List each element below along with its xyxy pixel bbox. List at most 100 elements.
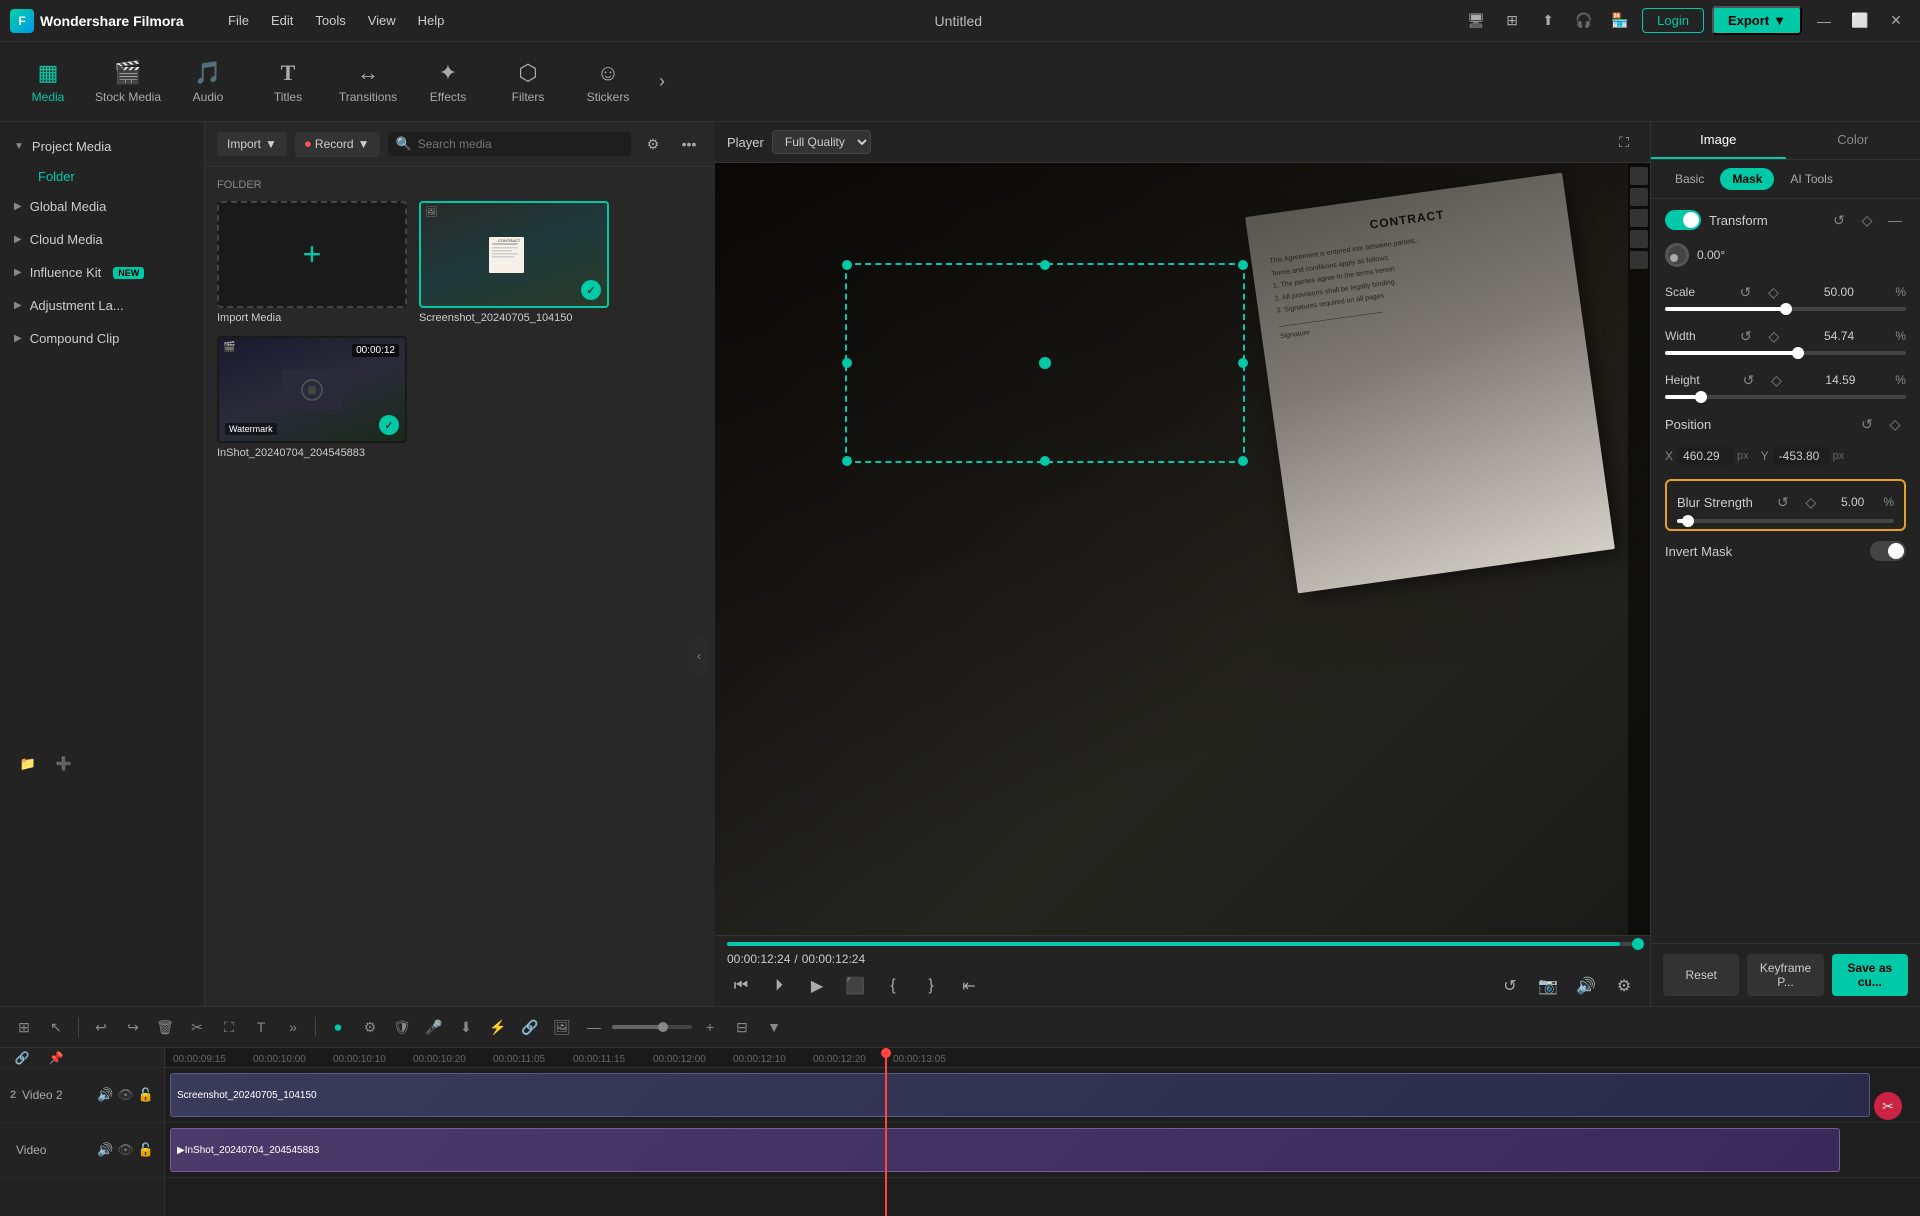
volume-button[interactable]: 🔊	[1572, 972, 1600, 1000]
blur-reset-icon[interactable]: ↺	[1772, 491, 1794, 513]
width-slider-thumb[interactable]	[1792, 347, 1804, 359]
track2-eye-icon[interactable]: 👁	[117, 1087, 134, 1103]
mark-out-button[interactable]: }	[917, 972, 945, 1000]
settings-ctrl-button[interactable]: ⚙	[1610, 972, 1638, 1000]
transform-reset-icon[interactable]: ↺	[1828, 209, 1850, 231]
mark-in-button[interactable]: {	[879, 972, 907, 1000]
clip-inshot[interactable]: ▶ InShot_20240704_204545883	[170, 1128, 1840, 1172]
invert-mask-toggle[interactable]	[1870, 541, 1906, 561]
height-slider-track[interactable]	[1665, 395, 1906, 399]
scale-slider-thumb[interactable]	[1780, 303, 1792, 315]
maximize-icon[interactable]: ⬜	[1846, 7, 1874, 35]
sidebar-item-global-media[interactable]: ▶ Global Media	[0, 190, 204, 223]
handle-ml[interactable]	[842, 358, 852, 368]
play-button[interactable]: ▶	[803, 972, 831, 1000]
strip-btn-2[interactable]	[1630, 188, 1648, 206]
tab-color[interactable]: Color	[1786, 122, 1920, 159]
split-btn[interactable]: ⚡	[484, 1013, 512, 1041]
layout-more-btn[interactable]: ▼	[760, 1013, 788, 1041]
handle-br[interactable]	[1238, 456, 1248, 466]
scale-diamond-icon[interactable]: ◇	[1762, 281, 1784, 303]
sidebar-item-project-media[interactable]: ▼ Project Media	[0, 130, 204, 163]
import-button[interactable]: Import ▼	[217, 132, 287, 156]
handle-mb[interactable]	[1040, 456, 1050, 466]
blur-slider-track[interactable]	[1677, 519, 1894, 523]
monitor-icon[interactable]: 🖥	[1462, 7, 1490, 35]
grid-view-btn[interactable]: ⊞	[10, 1013, 38, 1041]
inshot-media-item[interactable]: 00:00:12 Watermark ✓ 🎬 InShot_20240704_2…	[217, 336, 407, 459]
import-tl-btn[interactable]: ⬇	[452, 1013, 480, 1041]
headphone-icon[interactable]: 🎧	[1570, 7, 1598, 35]
screenshot-button[interactable]: 📷	[1534, 972, 1562, 1000]
img-btn[interactable]: 🖼	[548, 1013, 576, 1041]
strip-btn-4[interactable]	[1630, 230, 1648, 248]
tab-transitions[interactable]: ↔ Transitions	[328, 47, 408, 117]
transform-diamond-icon[interactable]: ◇	[1856, 209, 1878, 231]
crop-btn[interactable]: ⛶	[215, 1013, 243, 1041]
fullscreen-icon[interactable]: ⛶	[1610, 128, 1638, 156]
subtab-mask[interactable]: Mask	[1720, 168, 1774, 190]
blur-slider-thumb[interactable]	[1682, 515, 1694, 527]
handle-tl[interactable]	[842, 260, 852, 270]
search-input[interactable]	[418, 137, 623, 151]
clip-screenshot[interactable]: Screenshot_20240705_104150	[170, 1073, 1870, 1117]
height-reset-icon[interactable]: ↺	[1738, 369, 1760, 391]
width-slider-track[interactable]	[1665, 351, 1906, 355]
login-button[interactable]: Login	[1642, 8, 1704, 33]
add-marker-button[interactable]: ⇤	[955, 972, 983, 1000]
scale-slider-track[interactable]	[1665, 307, 1906, 311]
screenshot-media-item[interactable]: CONTRACT ✓ 🖼 Screenshot_20240705_104150	[419, 201, 609, 324]
minimize-icon[interactable]: —	[1810, 7, 1838, 35]
position-reset-icon[interactable]: ↺	[1856, 413, 1878, 435]
undo-btn[interactable]: ↩	[87, 1013, 115, 1041]
rotation-circle[interactable]	[1665, 243, 1689, 267]
prev-frame-button[interactable]: ⏵	[765, 972, 793, 1000]
plus-zoom-btn[interactable]: +	[696, 1013, 724, 1041]
width-diamond-icon[interactable]: ◇	[1763, 325, 1785, 347]
sidebar-item-adjustment[interactable]: ▶ Adjustment La...	[0, 289, 204, 322]
select-tool-btn[interactable]: ↖	[42, 1013, 70, 1041]
track2-speaker-icon[interactable]: 🔊	[97, 1087, 113, 1103]
transform-collapse-icon[interactable]: —	[1884, 209, 1906, 231]
menu-view[interactable]: View	[358, 9, 406, 32]
merge-btn[interactable]: 🔗	[516, 1013, 544, 1041]
loop-button[interactable]: ↺	[1496, 972, 1524, 1000]
redo-btn[interactable]: ↪	[119, 1013, 147, 1041]
more-options-icon[interactable]: •••	[675, 130, 703, 158]
more-tools-btn[interactable]: »	[279, 1013, 307, 1041]
main-lock-icon[interactable]: 🔓	[138, 1142, 154, 1158]
delete-btn[interactable]: 🗑	[151, 1013, 179, 1041]
menu-help[interactable]: Help	[408, 9, 455, 32]
handle-mr[interactable]	[1238, 358, 1248, 368]
strip-btn-1[interactable]	[1630, 167, 1648, 185]
record-button[interactable]: ⏺ Record ▼	[295, 132, 380, 157]
import-media-item[interactable]: + Import Media	[217, 201, 407, 324]
sidebar-item-compound-clip[interactable]: ▶ Compound Clip	[0, 322, 204, 355]
tab-image[interactable]: Image	[1651, 122, 1786, 159]
handle-tr[interactable]	[1238, 260, 1248, 270]
scissors-icon[interactable]: ✂	[1874, 1092, 1902, 1120]
tab-filters[interactable]: ⬡ Filters	[488, 47, 568, 117]
strip-btn-3[interactable]	[1630, 209, 1648, 227]
height-diamond-icon[interactable]: ◇	[1766, 369, 1788, 391]
subtab-basic[interactable]: Basic	[1663, 168, 1716, 190]
menu-tools[interactable]: Tools	[305, 9, 355, 32]
add-icon[interactable]: ➕	[50, 750, 78, 778]
shield-btn[interactable]: 🛡	[388, 1013, 416, 1041]
position-diamond-icon[interactable]: ◇	[1884, 413, 1906, 435]
export-button[interactable]: Export ▼	[1712, 6, 1802, 35]
pos-y-value[interactable]: -453.80	[1773, 447, 1829, 465]
cut-btn[interactable]: ✂	[183, 1013, 211, 1041]
strip-btn-5[interactable]	[1630, 251, 1648, 269]
progress-thumb[interactable]	[1632, 938, 1644, 950]
handle-center[interactable]	[1039, 357, 1051, 369]
sidebar-sub-folder[interactable]: Folder	[0, 163, 204, 190]
apps-icon[interactable]: ⊞	[1498, 7, 1526, 35]
sidebar-item-cloud-media[interactable]: ▶ Cloud Media	[0, 223, 204, 256]
zoom-slider[interactable]	[612, 1025, 692, 1029]
main-speaker-icon[interactable]: 🔊	[97, 1142, 113, 1158]
store-icon[interactable]: 🏪	[1606, 7, 1634, 35]
tab-effects[interactable]: ✦ Effects	[408, 47, 488, 117]
keyframe-button[interactable]: Keyframe P...	[1747, 954, 1823, 996]
settings-tl-btn[interactable]: ⚙	[356, 1013, 384, 1041]
